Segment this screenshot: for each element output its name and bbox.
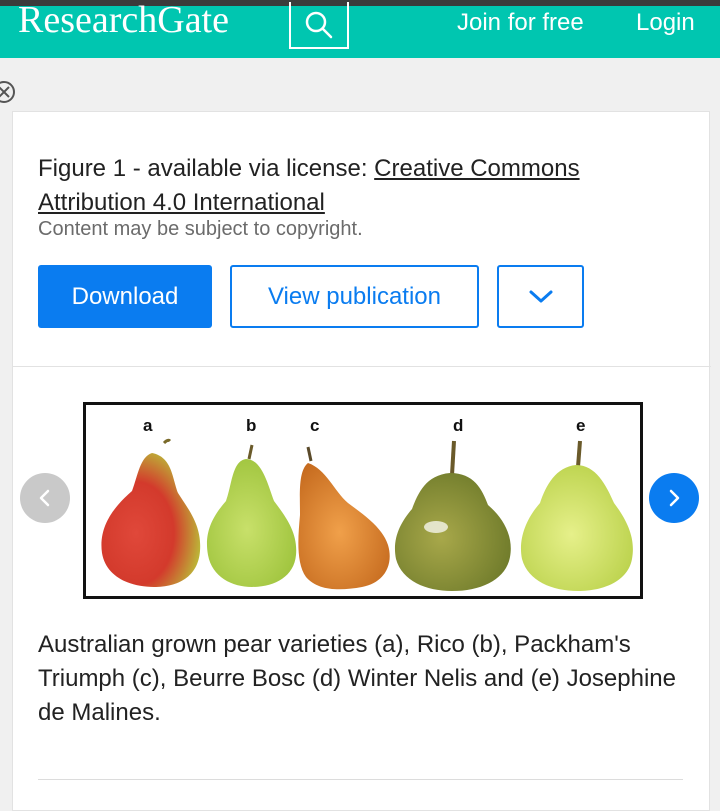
pear-e — [520, 440, 633, 591]
figure-card: Figure 1 - available via license: Creati… — [12, 111, 711, 811]
figure-image[interactable]: a b c d e — [83, 402, 643, 599]
copyright-note: Content may be subject to copyright. — [38, 218, 363, 240]
chevron-right-icon — [669, 489, 680, 507]
section-divider — [13, 366, 711, 367]
view-publication-button[interactable]: View publication — [230, 265, 479, 328]
pear-varieties-illustration: a b c d e — [101, 416, 633, 591]
panel-label-a: a — [143, 416, 153, 435]
download-button[interactable]: Download — [38, 265, 212, 328]
more-options-button[interactable] — [497, 265, 584, 328]
pear-c — [298, 446, 390, 590]
search-button[interactable] — [289, 2, 349, 49]
panel-label-b: b — [246, 416, 256, 435]
search-icon — [305, 11, 333, 38]
join-for-free-link[interactable]: Join for free — [457, 9, 584, 37]
pear-a — [101, 438, 201, 587]
panel-label-d: d — [453, 416, 463, 435]
caption-divider — [38, 779, 683, 780]
logo[interactable]: ResearchGate — [18, 0, 229, 42]
figure-license-title: Figure 1 - available via license: Creati… — [38, 152, 678, 220]
site-header: ResearchGate Join for free Login — [0, 0, 720, 58]
login-link[interactable]: Login — [636, 9, 695, 37]
panel-label-c: c — [310, 416, 319, 435]
chevron-left-icon — [39, 489, 50, 507]
panel-label-e: e — [576, 416, 585, 435]
pear-d — [394, 440, 511, 591]
carousel-next-button[interactable] — [649, 473, 699, 523]
figure-title-prefix: Figure 1 - available via license: — [38, 155, 375, 182]
close-icon[interactable] — [0, 80, 16, 104]
pear-b — [206, 444, 297, 587]
chevron-down-icon — [529, 290, 552, 302]
figure-caption: Australian grown pear varieties (a), Ric… — [38, 631, 676, 726]
carousel-prev-button[interactable] — [20, 473, 70, 523]
